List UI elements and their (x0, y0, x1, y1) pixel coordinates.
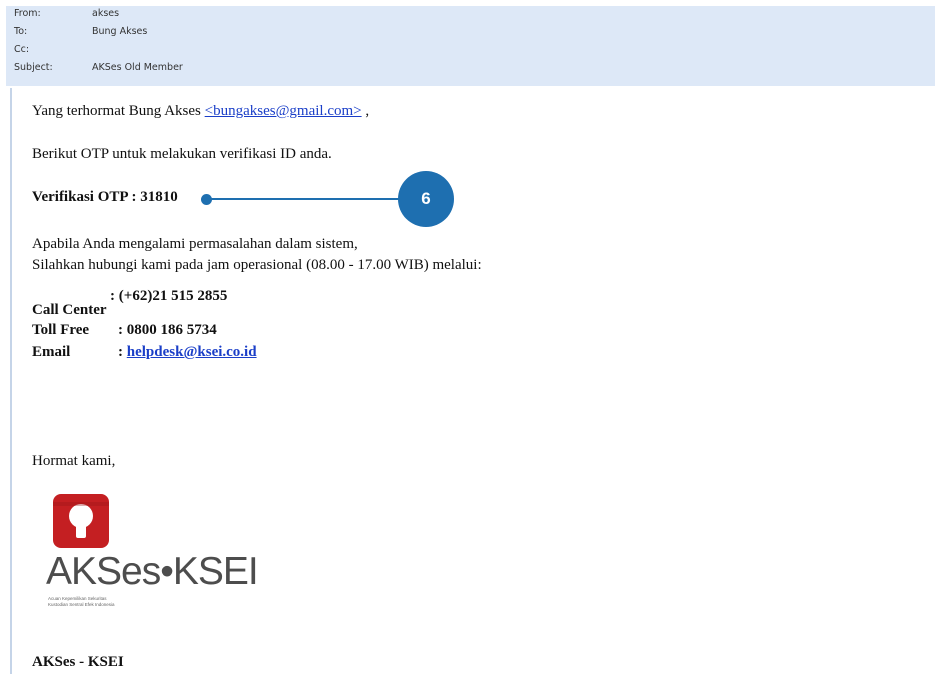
subject-label: Subject: (14, 62, 53, 73)
subject-value: AKSes Old Member (92, 62, 183, 73)
to-value: Bung Akses (92, 26, 148, 37)
logo-key-icon (53, 494, 109, 548)
logo-tagline-2: Kustodian Sentral Efek Indonesia (48, 602, 115, 607)
call-center-value: : (+62)21 515 2855 (110, 288, 228, 304)
annotation-badge: 6 (398, 171, 454, 227)
otp-intro: Berikut OTP untuk melakukan verifikasi I… (32, 146, 332, 162)
greeting-line: Yang terhormat Bung Akses <bungakses@gma… (32, 103, 369, 120)
email-label: Email (32, 344, 71, 360)
help-line-2: Silahkan hubungi kami pada jam operasion… (32, 257, 482, 273)
from-label: From: (14, 8, 41, 19)
greeting-prefix: Yang terhormat Bung Akses (32, 103, 205, 119)
toll-free-value: : 0800 186 5734 (118, 322, 217, 338)
closing-line: Hormat kami, (32, 453, 116, 469)
email-row: Email: helpdesk@ksei.co.id (32, 344, 257, 361)
helpdesk-email-link[interactable]: helpdesk@ksei.co.id (127, 344, 257, 360)
help-line-1: Apabila Anda mengalami permasalahan dala… (32, 236, 358, 252)
from-value: akses (92, 8, 120, 19)
call-center-row: Call Center : (+62)21 515 2855 (32, 288, 227, 318)
email-sep: : (118, 344, 127, 360)
email-header: From: akses To: Bung Akses Cc: Subject: … (6, 6, 935, 86)
greeting-email-link[interactable]: <bungakses@gmail.com> (205, 103, 362, 119)
to-label: To: (14, 26, 28, 37)
annotation-pointer-line (206, 198, 428, 200)
akses-ksei-logo: AKSes•KSEI Acuan Kepemilikan Sekuritas K… (40, 484, 280, 614)
otp-code: Verifikasi OTP : 31810 (32, 189, 178, 205)
keyhole-icon (53, 502, 109, 538)
toll-free-row: Toll Free : 0800 186 5734 (32, 322, 217, 339)
signature: AKSes - KSEI (32, 654, 124, 670)
logo-tagline: Acuan Kepemilikan Sekuritas Kustodian Se… (48, 596, 115, 608)
cc-label: Cc: (14, 44, 30, 55)
call-center-label: Call Center (32, 302, 107, 318)
logo-text: AKSes•KSEI (46, 550, 259, 593)
toll-free-label: Toll Free (32, 322, 90, 338)
greeting-suffix: , (361, 103, 370, 119)
annotation-pointer-dot (201, 194, 212, 205)
